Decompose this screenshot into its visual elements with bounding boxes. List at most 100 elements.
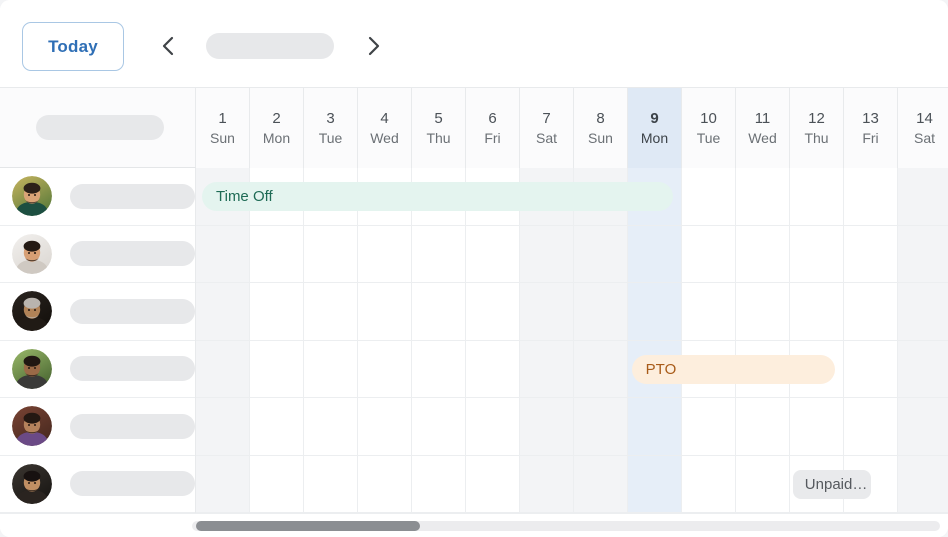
calendar-cell-day-4[interactable] [358,283,412,340]
next-period-button[interactable] [356,28,392,64]
date-range-placeholder[interactable] [206,33,334,59]
calendar-cell-day-13[interactable] [844,283,898,340]
calendar-cell-day-13[interactable] [844,398,898,455]
calendar-cell-day-14[interactable] [898,225,948,282]
calendar-cell-day-4[interactable] [358,398,412,455]
calendar-cell-day-6[interactable] [466,340,520,397]
employee-row[interactable] [0,168,195,226]
day-header-cell-14[interactable]: 14 Sat [898,88,948,168]
calendar-cell-day-3[interactable] [304,398,358,455]
calendar-cell-day-11[interactable] [736,168,790,225]
calendar-cell-day-6[interactable] [466,283,520,340]
calendar-cell-day-3[interactable] [304,225,358,282]
calendar-cell-day-2[interactable] [250,455,304,512]
calendar-cell-day-13[interactable] [844,340,898,397]
calendar-cell-day-12[interactable] [790,225,844,282]
calendar-cell-day-8[interactable] [574,340,628,397]
event-bar-unpaid[interactable]: Unpaid… [792,469,871,499]
employee-row[interactable] [0,225,195,283]
day-header-cell-8[interactable]: 8 Sun [574,88,628,168]
calendar-cell-day-10[interactable] [682,455,736,512]
day-header-cell-1[interactable]: 1 Sun [196,88,250,168]
calendar-cell-day-13[interactable] [844,168,898,225]
calendar-cell-day-3[interactable] [304,283,358,340]
calendar-cell-day-12[interactable] [790,398,844,455]
avatar[interactable] [12,463,52,504]
calendar-cell-day-1[interactable] [196,455,250,512]
day-header-cell-12[interactable]: 12 Thu [790,88,844,168]
avatar[interactable] [12,233,52,274]
calendar-cell-day-8[interactable] [574,283,628,340]
calendar-cell-day-14[interactable] [898,168,948,225]
avatar[interactable] [12,291,52,332]
calendar-cell-day-5[interactable] [412,225,466,282]
calendar-cell-day-9[interactable] [628,398,682,455]
calendar-cell-day-2[interactable] [250,398,304,455]
calendar-cell-day-4[interactable] [358,455,412,512]
calendar-cell-day-10[interactable] [682,283,736,340]
calendar-cell-day-3[interactable] [304,340,358,397]
calendar-cell-day-9[interactable] [628,225,682,282]
employee-row[interactable] [0,455,195,513]
employee-row[interactable] [0,340,195,398]
avatar[interactable] [12,406,52,447]
calendar-cell-day-5[interactable] [412,340,466,397]
calendar-cell-day-10[interactable] [682,225,736,282]
calendar-cell-day-5[interactable] [412,398,466,455]
calendar-cell-day-7[interactable] [520,225,574,282]
calendar-cell-day-1[interactable] [196,283,250,340]
calendar-cell-day-10[interactable] [682,168,736,225]
calendar-cell-day-11[interactable] [736,225,790,282]
horizontal-scrollbar-thumb[interactable] [196,521,420,531]
calendar-cell-day-5[interactable] [412,283,466,340]
calendar-cell-day-13[interactable] [844,225,898,282]
day-header-cell-2[interactable]: 2 Mon [250,88,304,168]
calendar-cell-day-1[interactable] [196,398,250,455]
calendar-cell-day-12[interactable] [790,283,844,340]
calendar-cell-day-8[interactable] [574,398,628,455]
avatar[interactable] [12,348,52,389]
avatar[interactable] [12,176,52,217]
day-header-cell-5[interactable]: 5 Thu [412,88,466,168]
calendar-cell-day-11[interactable] [736,398,790,455]
employee-row[interactable] [0,398,195,456]
calendar-cell-day-7[interactable] [520,283,574,340]
calendar-cell-day-2[interactable] [250,225,304,282]
day-header-cell-13[interactable]: 13 Fri [844,88,898,168]
calendar-cell-day-4[interactable] [358,225,412,282]
calendar-cell-day-11[interactable] [736,455,790,512]
day-header-cell-7[interactable]: 7 Sat [520,88,574,168]
calendar-cell-day-11[interactable] [736,283,790,340]
event-bar-pto[interactable]: PTO [631,354,835,384]
calendar-cell-day-5[interactable] [412,455,466,512]
today-button[interactable]: Today [22,22,124,71]
day-header-cell-9[interactable]: 9 Mon [628,88,682,168]
day-header-cell-3[interactable]: 3 Tue [304,88,358,168]
calendar-cell-day-4[interactable] [358,340,412,397]
calendar-cell-day-9[interactable] [628,455,682,512]
calendar-cell-day-8[interactable] [574,455,628,512]
calendar-cell-day-6[interactable] [466,225,520,282]
day-header-cell-11[interactable]: 11 Wed [736,88,790,168]
calendar-cell-day-2[interactable] [250,340,304,397]
calendar-cell-day-7[interactable] [520,455,574,512]
calendar-cell-day-2[interactable] [250,283,304,340]
calendar-cell-day-6[interactable] [466,398,520,455]
calendar-cell-day-10[interactable] [682,398,736,455]
calendar-cell-day-14[interactable] [898,283,948,340]
calendar-cell-day-14[interactable] [898,455,948,512]
day-header-cell-10[interactable]: 10 Tue [682,88,736,168]
calendar-cell-day-8[interactable] [574,225,628,282]
employee-row[interactable] [0,283,195,341]
calendar-cell-day-6[interactable] [466,455,520,512]
day-header-cell-6[interactable]: 6 Fri [466,88,520,168]
calendar-cell-day-1[interactable] [196,340,250,397]
event-bar-timeoff[interactable]: Time Off [202,182,674,211]
calendar-cell-day-12[interactable] [790,168,844,225]
calendar-cell-day-7[interactable] [520,398,574,455]
calendar-cell-day-1[interactable] [196,225,250,282]
calendar-cell-day-9[interactable] [628,283,682,340]
day-header-cell-4[interactable]: 4 Wed [358,88,412,168]
horizontal-scrollbar-track[interactable] [192,521,940,531]
calendar-cell-day-14[interactable] [898,340,948,397]
